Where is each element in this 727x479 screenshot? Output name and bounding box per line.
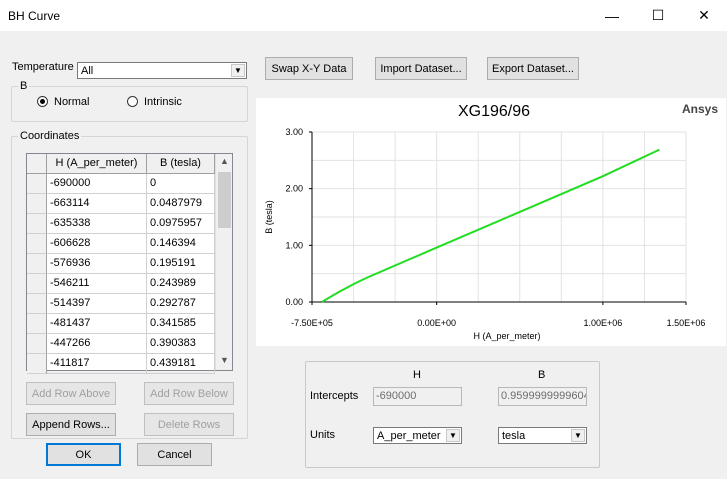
cell-b[interactable]: 0.146394 bbox=[147, 234, 215, 254]
bh-curve-line bbox=[321, 148, 660, 303]
column-header-b[interactable]: B (tesla) bbox=[147, 154, 215, 174]
intercepts-b-header: B bbox=[538, 369, 546, 381]
x-tick-label: -7.50E+05 bbox=[291, 318, 333, 328]
delete-rows-button[interactable]: Delete Rows bbox=[144, 413, 234, 436]
minimize-button[interactable]: — bbox=[589, 0, 635, 31]
temperature-select[interactable]: All ▼ bbox=[77, 62, 247, 79]
cell-h[interactable]: -481437 bbox=[47, 314, 147, 334]
chevron-down-icon: ▼ bbox=[446, 429, 460, 442]
x-tick-label: 1.50E+06 bbox=[667, 318, 706, 328]
units-label: Units bbox=[310, 429, 336, 441]
table-scrollbar[interactable]: ▲ ▼ bbox=[215, 154, 232, 370]
scrollbar-thumb[interactable] bbox=[218, 172, 231, 228]
cell-h[interactable]: -635338 bbox=[47, 214, 147, 234]
cell-h[interactable]: -514397 bbox=[47, 294, 147, 314]
b-units-value: tesla bbox=[502, 430, 526, 442]
cell-h[interactable]: -411817 bbox=[47, 354, 147, 374]
scroll-up-icon[interactable]: ▲ bbox=[216, 156, 233, 170]
add-row-below-button[interactable]: Add Row Below bbox=[144, 382, 234, 405]
add-row-above-button[interactable]: Add Row Above bbox=[26, 382, 116, 405]
row-header[interactable] bbox=[27, 234, 47, 254]
row-header[interactable] bbox=[27, 174, 47, 194]
h-units-select[interactable]: A_per_meter ▼ bbox=[373, 427, 462, 444]
column-header-h[interactable]: H (A_per_meter) bbox=[47, 154, 147, 174]
row-header[interactable] bbox=[27, 274, 47, 294]
bh-chart: 0.00 1.00 2.00 3.00 -7.50E+05 0.00E+00 1.00E+0… bbox=[264, 102, 718, 341]
coordinates-table[interactable]: H (A_per_meter) B (tesla) -690000 0 -66311… bbox=[26, 153, 233, 374]
y-tick-label: 0.00 bbox=[285, 297, 303, 307]
chevron-down-icon: ▼ bbox=[571, 429, 585, 442]
intercepts-label: Intercepts bbox=[310, 390, 359, 402]
intercepts-group bbox=[305, 361, 600, 468]
maximize-button[interactable]: ☐ bbox=[635, 0, 681, 31]
h-units-value: A_per_meter bbox=[377, 430, 441, 442]
append-rows-button[interactable]: Append Rows... bbox=[26, 413, 116, 436]
cell-b[interactable]: 0.0975957 bbox=[147, 214, 215, 234]
intercept-h-field: -690000 bbox=[373, 387, 462, 406]
y-tick-label: 2.00 bbox=[285, 184, 303, 194]
import-dataset-button[interactable]: Import Dataset... bbox=[375, 57, 467, 80]
cell-b[interactable]: 0.0487979 bbox=[147, 194, 215, 214]
cell-b[interactable]: 0.439181 bbox=[147, 354, 215, 374]
cell-h[interactable]: -546211 bbox=[47, 274, 147, 294]
cell-h[interactable]: -690000 bbox=[47, 174, 147, 194]
temperature-label: Temperature bbox=[12, 61, 74, 73]
cell-h[interactable]: -606628 bbox=[47, 234, 147, 254]
scroll-down-icon[interactable]: ▼ bbox=[216, 355, 233, 369]
row-header[interactable] bbox=[27, 194, 47, 214]
normal-radio[interactable] bbox=[37, 96, 48, 107]
intrinsic-radio-label: Intrinsic bbox=[144, 96, 182, 108]
row-header[interactable] bbox=[27, 254, 47, 274]
swap-xy-button[interactable]: Swap X-Y Data bbox=[265, 57, 353, 80]
table-corner bbox=[27, 154, 47, 174]
coordinates-group-label: Coordinates bbox=[18, 130, 82, 142]
export-dataset-button[interactable]: Export Dataset... bbox=[487, 57, 579, 80]
y-tick-label: 1.00 bbox=[285, 240, 303, 250]
cancel-button[interactable]: Cancel bbox=[137, 443, 212, 466]
row-header[interactable] bbox=[27, 314, 47, 334]
cell-b[interactable]: 0.243989 bbox=[147, 274, 215, 294]
intercept-b-field: 0.95999999996046 bbox=[498, 387, 587, 406]
window-title: BH Curve bbox=[8, 9, 61, 23]
x-tick-label: 1.00E+06 bbox=[583, 318, 622, 328]
y-tick-label: 3.00 bbox=[285, 127, 303, 137]
intrinsic-radio[interactable] bbox=[127, 96, 138, 107]
row-header[interactable] bbox=[27, 334, 47, 354]
bh-chart-panel: 0.00 1.00 2.00 3.00 -7.50E+05 0.00E+00 1.00E+0… bbox=[256, 98, 726, 346]
x-tick-label: 0.00E+00 bbox=[417, 318, 456, 328]
intercepts-h-header: H bbox=[413, 369, 421, 381]
cell-b[interactable]: 0.292787 bbox=[147, 294, 215, 314]
row-header[interactable] bbox=[27, 294, 47, 314]
ok-button[interactable]: OK bbox=[46, 443, 121, 466]
chart-title: XG196/96 bbox=[458, 103, 530, 120]
cell-h[interactable]: -447266 bbox=[47, 334, 147, 354]
chevron-down-icon: ▼ bbox=[231, 64, 245, 77]
cell-b[interactable]: 0 bbox=[147, 174, 215, 194]
cell-b[interactable]: 0.341585 bbox=[147, 314, 215, 334]
cell-b[interactable]: 0.390383 bbox=[147, 334, 215, 354]
cell-h[interactable]: -576936 bbox=[47, 254, 147, 274]
temperature-value: All bbox=[81, 65, 94, 77]
normal-radio-label: Normal bbox=[54, 96, 90, 108]
cell-b[interactable]: 0.195191 bbox=[147, 254, 215, 274]
cell-h[interactable]: -663114 bbox=[47, 194, 147, 214]
row-header[interactable] bbox=[27, 214, 47, 234]
x-axis-label: H (A_per_meter) bbox=[473, 331, 540, 341]
chart-brand: Ansys bbox=[682, 102, 718, 116]
b-group-label: B bbox=[18, 80, 30, 92]
close-button[interactable]: ✕ bbox=[681, 0, 727, 31]
b-units-select[interactable]: tesla ▼ bbox=[498, 427, 587, 444]
y-axis-label: B (tesla) bbox=[264, 200, 274, 234]
row-header[interactable] bbox=[27, 354, 47, 374]
